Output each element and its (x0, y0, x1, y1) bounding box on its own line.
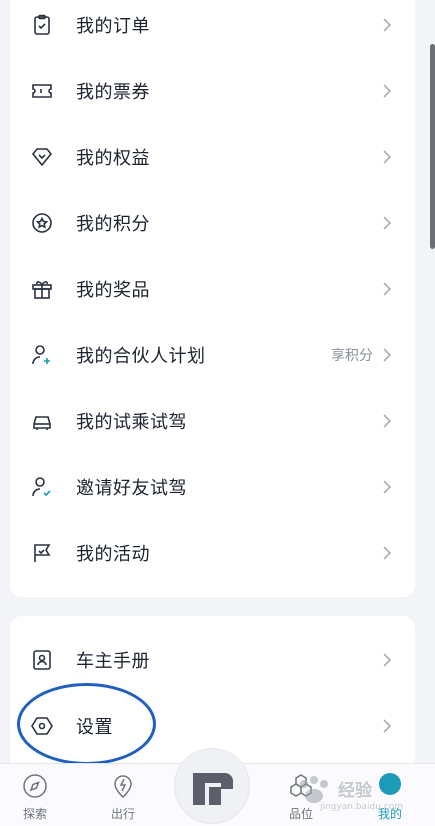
center-logo-button[interactable] (174, 748, 250, 824)
chevron-right-icon (381, 545, 393, 561)
menu-item-orders[interactable]: 我的订单 (10, 0, 415, 58)
menu-item-invite-friends[interactable]: 邀请好友试驾 (10, 454, 415, 520)
order-clipboard-icon (30, 13, 54, 37)
chevron-right-icon (381, 149, 393, 165)
menu-item-points[interactable]: 我的积分 (10, 190, 415, 256)
menu-item-test-drive[interactable]: 我的试乘试驾 (10, 388, 415, 454)
scrollbar[interactable] (430, 44, 435, 249)
ticket-icon (30, 79, 54, 103)
diamond-icon (30, 145, 54, 169)
location-pin-icon (109, 772, 137, 800)
chevron-right-icon (381, 215, 393, 231)
chevron-right-icon (381, 479, 393, 495)
chevron-right-icon (381, 718, 393, 734)
menu-item-label: 车主手册 (76, 651, 150, 672)
chevron-right-icon (381, 281, 393, 297)
menu-item-label: 我的试乘试驾 (76, 412, 187, 433)
menu-item-label: 我的合伙人计划 (76, 346, 206, 367)
chevron-right-icon (381, 17, 393, 33)
menu-item-activities[interactable]: 我的活动 (10, 520, 415, 586)
watermark-url: jingyan.baidu.com (320, 802, 404, 812)
watermark-logo: 经验 jingyan.baidu.com (290, 772, 430, 820)
chevron-right-icon (381, 413, 393, 429)
points-star-icon (30, 211, 54, 235)
tab-label: 探索 (22, 807, 47, 821)
annotation-ellipse (17, 683, 156, 765)
chevron-right-icon (381, 347, 393, 363)
flag-icon (30, 541, 54, 565)
tab-explore[interactable]: 探索 (5, 764, 65, 826)
menu-item-label: 我的奖品 (76, 280, 150, 301)
car-icon (30, 409, 54, 433)
tab-travel[interactable]: 出行 (93, 764, 153, 826)
menu-item-label: 我的权益 (76, 148, 150, 169)
menu-item-tickets[interactable]: 我的票券 (10, 58, 415, 124)
paw-icon (300, 776, 328, 803)
gift-icon (30, 277, 54, 301)
primary-menu-card: 我的订单 我的票券 我的权益 我的积分 我的奖品 我的合伙人计划 享积分 我的试… (10, 0, 415, 597)
brand-logo-icon (193, 773, 233, 805)
add-user-icon (30, 343, 54, 367)
chevron-right-icon (381, 652, 393, 668)
menu-item-benefits[interactable]: 我的权益 (10, 124, 415, 190)
chevron-right-icon (381, 83, 393, 99)
menu-item-label: 邀请好友试驾 (76, 478, 187, 499)
menu-item-prizes[interactable]: 我的奖品 (10, 256, 415, 322)
menu-item-partner-plan[interactable]: 我的合伙人计划 享积分 (10, 322, 415, 388)
compass-icon (21, 772, 49, 800)
tab-label: 出行 (110, 807, 135, 821)
watermark-text: 经验 (338, 781, 372, 801)
menu-item-label: 我的活动 (76, 544, 150, 565)
user-check-icon (30, 475, 54, 499)
menu-item-label: 我的积分 (76, 214, 150, 235)
owner-manual-icon (30, 648, 54, 672)
menu-item-label: 我的票券 (76, 82, 150, 103)
points-reward-hint: 享积分 (331, 348, 373, 364)
menu-item-label: 我的订单 (76, 16, 150, 37)
